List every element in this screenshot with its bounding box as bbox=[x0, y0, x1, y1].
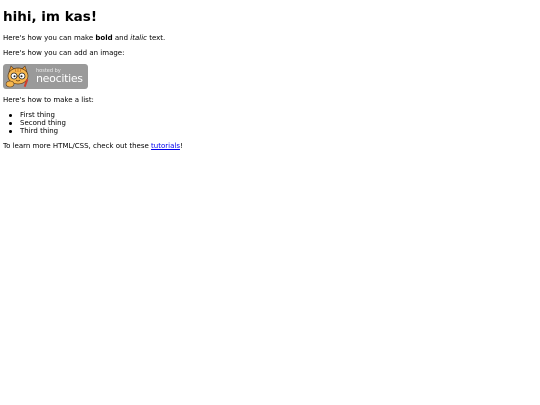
text-segment: ! bbox=[179, 142, 183, 150]
page-title: hihi, im kas! bbox=[3, 9, 97, 25]
list-intro-paragraph: Here's how to make a list: bbox=[3, 96, 94, 104]
text-segment: To learn more HTML/CSS, check out these bbox=[3, 142, 152, 150]
bullet-icon bbox=[9, 113, 12, 117]
italic-text: italic bbox=[130, 34, 147, 42]
list-item: Third thing bbox=[3, 127, 66, 135]
bullet-icon bbox=[9, 121, 12, 125]
list-item: First thing bbox=[3, 111, 66, 119]
badge-neocities-text: neocities bbox=[36, 72, 83, 85]
hosted-by-neocities-badge: hosted by neocities bbox=[3, 64, 88, 89]
learn-more-paragraph: To learn more HTML/CSS, check out these … bbox=[3, 142, 183, 151]
list-item: Second thing bbox=[3, 119, 66, 127]
example-list: First thing Second thing Third thing bbox=[3, 111, 66, 135]
tutorials-link[interactable]: tutorials bbox=[151, 142, 180, 150]
list-item-label: Second thing bbox=[20, 119, 66, 127]
text-segment: text. bbox=[146, 34, 166, 42]
neocities-cat-icon bbox=[5, 65, 29, 88]
text-segment: Here's how you can make bbox=[3, 34, 96, 42]
text-segment: and bbox=[112, 34, 131, 42]
bullet-icon bbox=[9, 129, 12, 133]
list-item-label: First thing bbox=[20, 111, 55, 119]
bold-text: bold bbox=[95, 34, 113, 42]
image-paragraph: Here's how you can add an image: bbox=[3, 49, 125, 57]
list-item-label: Third thing bbox=[20, 127, 59, 135]
formatting-paragraph: Here's how you can make bold and italic … bbox=[3, 34, 165, 43]
